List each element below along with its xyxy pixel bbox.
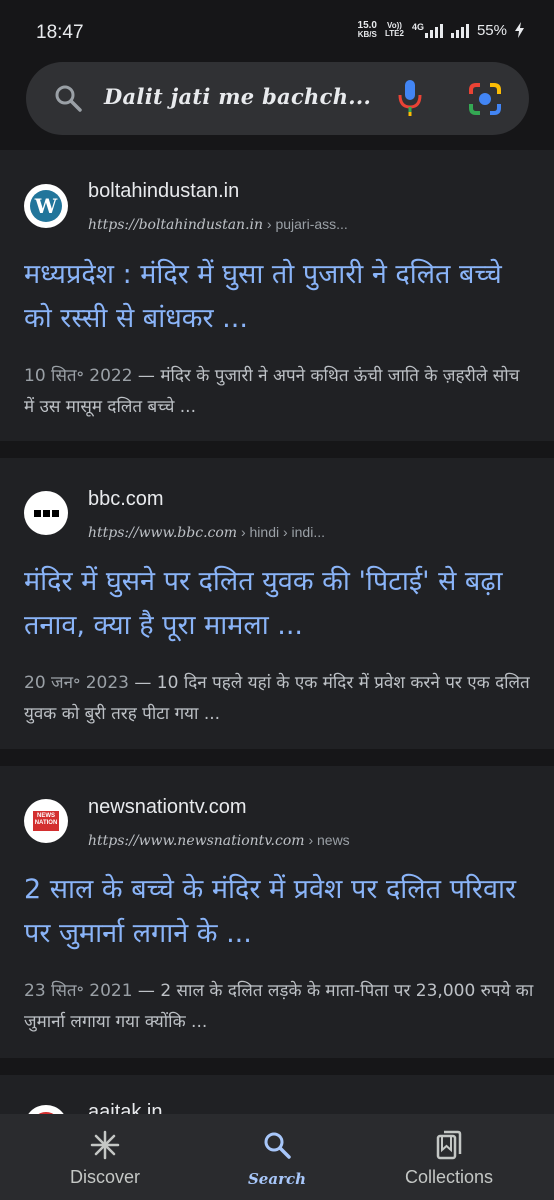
result-card[interactable]: bbc.com https://www.bbc.com › hindi › in… [0, 458, 554, 749]
result-title[interactable]: मध्यप्रदेश : मंदिर में घुसा तो पुजारी ने… [24, 253, 534, 341]
status-icons: 15.0 KB/S Vo)) LTE2 4G 55% [358, 21, 524, 39]
search-icon[interactable] [54, 84, 82, 112]
search-query[interactable]: Dalit jati me bachch... [104, 84, 371, 109]
status-time: 18:47 [36, 22, 84, 43]
result-site[interactable]: newsnationtv.com [88, 796, 247, 819]
bottom-nav: Discover Search Collections [0, 1114, 554, 1200]
result-snippet: 10 सित॰ 2022 — मंदिर के पुजारी ने अपने क… [24, 366, 520, 417]
battery-level: 55% [476, 21, 507, 39]
wordpress-logo: W [24, 184, 68, 228]
result-site[interactable]: bbc.com [88, 488, 164, 511]
nav-label: Discover [69, 1167, 140, 1187]
nav-collections[interactable]: Collections [384, 1114, 514, 1200]
result-url[interactable]: https://www.newsnationtv.com › news [88, 832, 350, 849]
result-title[interactable]: 2 साल के बच्चे के मंदिर में प्रवेश पर दल… [24, 868, 534, 956]
lens-icon[interactable] [468, 82, 502, 116]
result-snippet: 23 सित॰ 2021 — 2 साल के दलित लड़के के मा… [24, 981, 534, 1032]
volte-icon: Vo)) LTE2 [384, 21, 404, 38]
search-icon [264, 1132, 291, 1159]
collections-icon [436, 1130, 462, 1160]
result-site[interactable]: boltahindustan.in [88, 180, 239, 203]
status-bar: 18:47 15.0 KB/S Vo)) LTE2 4G 55% [0, 0, 554, 62]
asterisk-icon [90, 1130, 120, 1160]
net-speed: 15.0 KB/S [357, 20, 377, 39]
svg-text:W: W [34, 194, 58, 218]
result-card[interactable]: W boltahindustan.in https://boltahindust… [0, 150, 554, 441]
result-card[interactable]: NEWS NATION newsnationtv.com https://www… [0, 766, 554, 1058]
result-site[interactable]: aajtak.in [88, 1101, 163, 1115]
result-snippet: 20 जन॰ 2023 — 10 दिन पहले यहां के एक मंद… [24, 673, 530, 724]
mic-icon[interactable] [398, 80, 422, 118]
bbc-logo [24, 491, 68, 535]
nav-discover[interactable]: Discover [40, 1114, 170, 1200]
newsnation-logo: NEWS NATION [24, 799, 68, 843]
signal-icon-2 [450, 22, 469, 38]
result-card[interactable]: aajtak.in [0, 1075, 554, 1115]
nav-label: Collections [404, 1167, 494, 1187]
signal-icon: 4G [412, 22, 443, 38]
search-bar[interactable]: Dalit jati me bachch... [26, 62, 529, 135]
result-title[interactable]: मंदिर में घुसने पर दलित युवक की 'पिटाई' … [24, 560, 534, 648]
nav-search[interactable]: Search [212, 1114, 342, 1200]
charging-icon [515, 22, 524, 38]
result-url[interactable]: https://boltahindustan.in › pujari-ass..… [88, 216, 348, 233]
nav-label: Search [247, 1170, 307, 1188]
result-url[interactable]: https://www.bbc.com › hindi › indi... [88, 524, 325, 541]
